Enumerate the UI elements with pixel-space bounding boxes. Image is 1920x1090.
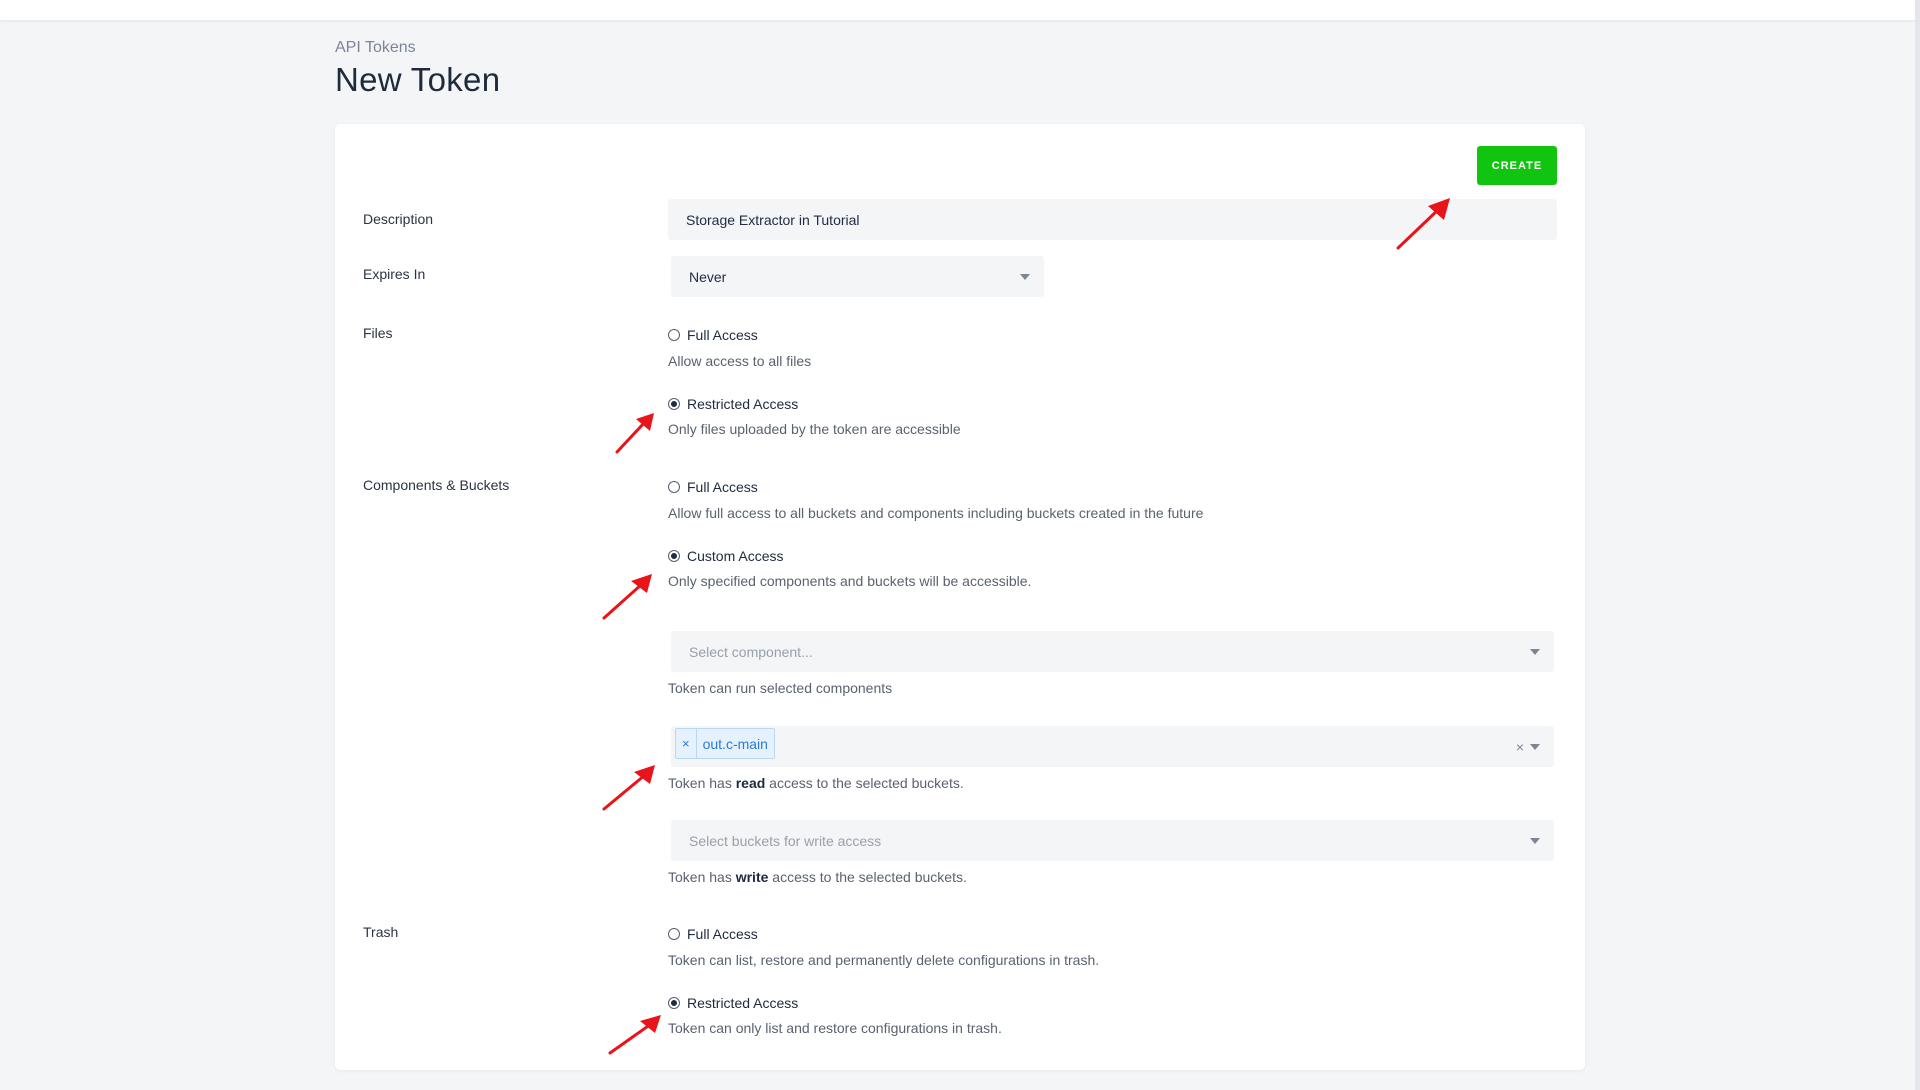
annotation-arrow-icon xyxy=(602,765,655,811)
components-custom-access-radio[interactable]: Custom Access xyxy=(668,548,783,564)
create-button[interactable]: CREATE xyxy=(1477,146,1557,185)
components-full-access-label: Full Access xyxy=(687,479,758,495)
radio-unchecked-icon xyxy=(668,481,680,493)
trash-restricted-access-help: Token can only list and restore configur… xyxy=(668,1020,1002,1036)
scrollbar-track[interactable] xyxy=(1915,0,1920,1090)
expires-select[interactable]: Never xyxy=(671,256,1044,297)
read-emphasis: read xyxy=(735,775,766,791)
write-buckets-select[interactable]: Select buckets for write access xyxy=(671,820,1554,861)
expires-value: Never xyxy=(689,268,727,285)
radio-checked-icon xyxy=(668,997,680,1009)
page-title: New Token xyxy=(335,61,501,98)
annotation-arrow-icon xyxy=(608,1015,661,1055)
write-buckets-help: Token has write access to the selected b… xyxy=(668,869,967,885)
read-buckets-help: Token has read access to the selected bu… xyxy=(668,775,964,791)
trash-restricted-access-label: Restricted Access xyxy=(687,995,799,1011)
annotation-arrow-icon xyxy=(1396,198,1450,250)
files-full-access-label: Full Access xyxy=(687,327,758,343)
files-full-access-help: Allow access to all files xyxy=(668,353,812,369)
annotation-arrow-icon xyxy=(615,413,654,454)
trash-restricted-access-radio[interactable]: Restricted Access xyxy=(668,995,798,1011)
components-full-access-radio[interactable]: Full Access xyxy=(668,479,758,495)
bucket-tag: × out.c-main xyxy=(675,728,775,759)
bucket-tag-label: out.c-main xyxy=(702,735,768,752)
files-label: Files xyxy=(363,325,393,341)
expires-label: Expires In xyxy=(363,266,426,282)
components-custom-access-help: Only specified components and buckets wi… xyxy=(668,573,1032,589)
description-value: Storage Extractor in Tutorial xyxy=(686,211,860,228)
read-buckets-select[interactable]: × xyxy=(671,726,1554,767)
component-select-placeholder: Select component... xyxy=(689,643,813,660)
radio-checked-icon xyxy=(668,398,680,410)
chevron-down-icon xyxy=(1530,837,1540,844)
trash-label: Trash xyxy=(363,924,399,940)
top-bar xyxy=(0,0,1920,20)
files-restricted-access-radio[interactable]: Restricted Access xyxy=(668,396,798,412)
breadcrumb[interactable]: API Tokens xyxy=(335,39,416,57)
trash-full-access-label: Full Access xyxy=(687,926,758,942)
component-select-help: Token can run selected components xyxy=(668,680,893,696)
chevron-down-icon xyxy=(1530,743,1540,750)
write-emphasis: write xyxy=(735,869,769,885)
files-restricted-access-help: Only files uploaded by the token are acc… xyxy=(668,421,961,437)
trash-full-access-help: Token can list, restore and permanently … xyxy=(668,952,1100,968)
files-restricted-access-label: Restricted Access xyxy=(687,396,799,412)
radio-unchecked-icon xyxy=(668,928,680,940)
components-custom-access-label: Custom Access xyxy=(687,548,784,564)
components-label: Components & Buckets xyxy=(363,477,510,493)
components-full-access-help: Allow full access to all buckets and com… xyxy=(668,505,1204,521)
component-select[interactable]: Select component... xyxy=(671,631,1554,672)
description-label: Description xyxy=(363,211,434,227)
write-buckets-placeholder: Select buckets for write access xyxy=(689,832,882,849)
tag-remove-icon[interactable]: × xyxy=(676,729,697,758)
chevron-down-icon xyxy=(1020,273,1030,280)
files-full-access-radio[interactable]: Full Access xyxy=(668,327,758,343)
chevron-down-icon xyxy=(1530,648,1540,655)
radio-checked-icon xyxy=(668,550,680,562)
clear-icon[interactable]: × xyxy=(1516,739,1524,755)
trash-full-access-radio[interactable]: Full Access xyxy=(668,926,758,942)
annotation-arrow-icon xyxy=(602,574,652,620)
radio-unchecked-icon xyxy=(668,329,680,341)
